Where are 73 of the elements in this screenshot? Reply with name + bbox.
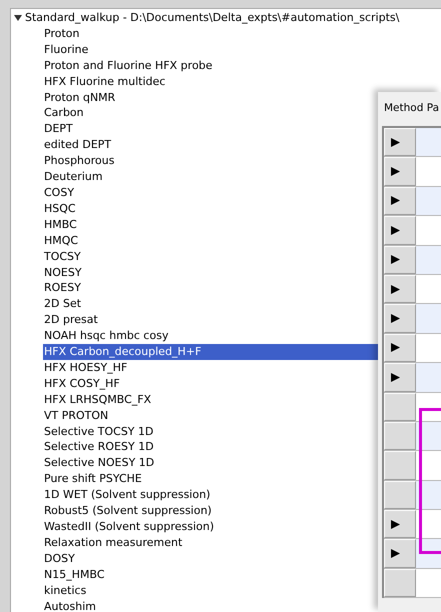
tree-item[interactable]: Relaxation measurement — [43, 534, 182, 551]
tree-item[interactable]: Proton and Fluorine HFX probe — [43, 58, 212, 74]
tree-item[interactable]: Proton qNMR — [43, 90, 116, 106]
grid-row[interactable] — [384, 246, 441, 275]
tree-item[interactable]: HFX Fluorine multidec — [43, 74, 166, 90]
tree-root-label[interactable]: Standard_walkup - D:\Documents\Delta_expts\#automation_scripts\ — [25, 10, 400, 26]
row-header-button[interactable] — [384, 539, 416, 568]
tree-item[interactable]: HFX Carbon_decoupled_H+F — [43, 344, 378, 360]
row-pointer-icon — [391, 372, 400, 382]
tree-item[interactable]: HMQC — [43, 232, 78, 249]
tree-item[interactable]: DOSY — [43, 550, 75, 567]
row-pointer-icon — [391, 314, 400, 324]
grid-row[interactable] — [384, 334, 441, 364]
tree-item[interactable]: HSQC — [43, 200, 76, 217]
tree-item[interactable]: HFX COSY_HF — [43, 376, 120, 392]
tree-item[interactable]: 2D presat — [43, 312, 98, 328]
grid-row[interactable] — [384, 304, 441, 334]
grid-row[interactable] — [384, 539, 441, 569]
row-pointer-icon — [391, 226, 400, 235]
tree-item[interactable]: WastedII (Solvent suppression) — [43, 519, 214, 535]
row-pointer-icon — [391, 284, 400, 294]
tree-item[interactable]: Deuterium — [43, 169, 103, 185]
tree-item[interactable]: Fluorine — [43, 42, 88, 58]
tree-item[interactable]: NOAH hsqc hmbc cosy — [43, 328, 168, 344]
grid-row[interactable] — [384, 274, 441, 304]
tree-item[interactable]: Carbon — [43, 105, 84, 122]
tree-item[interactable]: TOCSY — [43, 248, 81, 264]
row-header-button[interactable] — [384, 363, 416, 392]
row-header-button[interactable] — [384, 128, 416, 156]
tree-item[interactable]: Robust5 (Solvent suppression) — [43, 503, 212, 519]
grid-row[interactable] — [384, 216, 441, 246]
collapse-triangle-icon[interactable] — [14, 14, 22, 22]
tree-item[interactable]: N15_HMBC — [43, 566, 105, 583]
tree-item[interactable]: Pure shift PSYCHE — [43, 471, 142, 488]
row-header-button[interactable] — [384, 157, 416, 186]
row-header-button[interactable] — [384, 304, 416, 333]
grid-row[interactable] — [384, 157, 441, 187]
tree-item[interactable]: Proton — [43, 26, 80, 42]
tree-item[interactable]: Selective TOCSY 1D — [43, 424, 154, 440]
tree-item[interactable]: HFX LRHSQMBC_FX — [43, 392, 152, 408]
grid-row[interactable] — [384, 128, 441, 158]
row-pointer-icon — [391, 138, 400, 147]
tree-item[interactable]: Phosphorous — [43, 153, 114, 170]
tree-item[interactable]: HMBC — [43, 216, 77, 233]
row-pointer-icon — [391, 167, 400, 176]
tree-item[interactable]: VT PROTON — [43, 408, 108, 424]
row-pointer-icon — [391, 255, 400, 264]
row-header-button[interactable] — [384, 274, 416, 304]
tree-item[interactable]: COSY — [43, 184, 74, 201]
tree-item[interactable]: kinetics — [43, 582, 86, 599]
row-pointer-icon — [391, 549, 400, 558]
tree-item[interactable]: Selective ROESY 1D — [43, 439, 154, 456]
tree-item[interactable]: ROESY — [43, 280, 81, 296]
grid-row[interactable] — [384, 186, 441, 216]
tree-item[interactable]: 2D Set — [43, 296, 82, 312]
tree-item[interactable]: DEPT — [43, 121, 73, 138]
grid-row[interactable] — [384, 363, 441, 393]
tree-item[interactable]: edited DEPT — [43, 137, 112, 154]
tree-item[interactable]: HFX HOESY_HF — [43, 360, 128, 376]
tree-item[interactable]: NOESY — [43, 264, 82, 280]
panel-title: Method Pa — [384, 102, 440, 114]
tree-item[interactable]: Autoshim — [43, 598, 96, 612]
tree-item[interactable]: Selective NOESY 1D — [43, 455, 154, 472]
row-header-button[interactable] — [384, 334, 416, 362]
row-header-button[interactable] — [384, 186, 416, 216]
row-header-button[interactable] — [384, 246, 416, 274]
row-header-button[interactable] — [384, 216, 416, 245]
grid-row[interactable] — [384, 510, 441, 540]
tree-item[interactable]: 1D WET (Solvent suppression) — [43, 487, 210, 504]
row-header-button[interactable] — [384, 510, 416, 538]
row-pointer-icon — [391, 196, 400, 206]
row-pointer-icon — [391, 520, 400, 529]
row-pointer-icon — [391, 343, 400, 352]
